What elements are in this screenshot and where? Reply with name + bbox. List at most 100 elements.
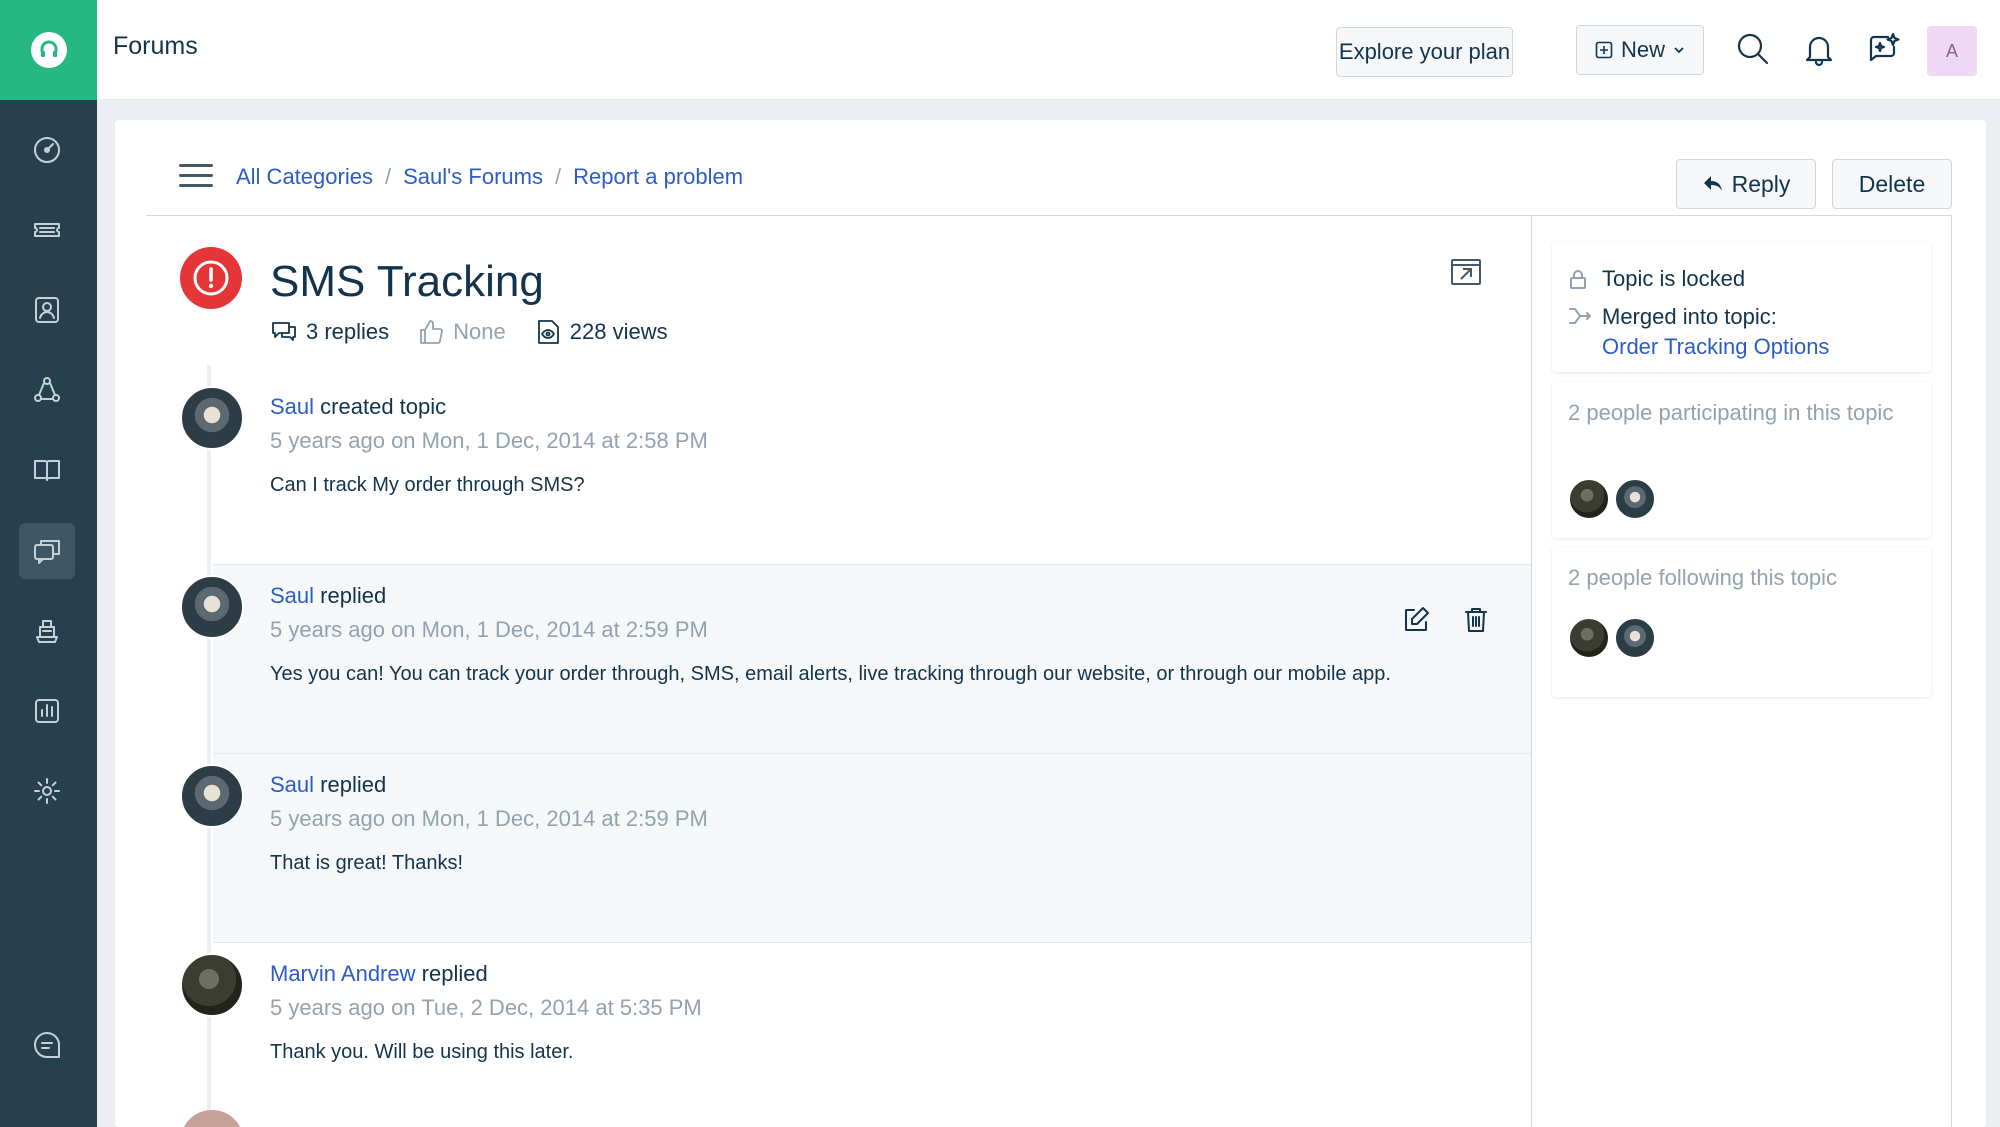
delete-button[interactable]: Delete bbox=[1832, 159, 1952, 209]
bell-icon bbox=[1805, 36, 1833, 67]
lock-icon bbox=[1570, 270, 1586, 289]
post-body: Yes you can! You can track your order th… bbox=[270, 663, 1391, 685]
post-actions bbox=[1401, 605, 1491, 635]
nav-chat[interactable] bbox=[19, 1017, 75, 1073]
reply-arrow-icon bbox=[1703, 176, 1722, 191]
followers-panel: 2 people following this topic bbox=[1552, 547, 1931, 697]
post-author-line: Saul replied bbox=[270, 583, 386, 609]
participant-avatars bbox=[1568, 478, 1656, 520]
follower-avatar[interactable] bbox=[1568, 617, 1610, 659]
post-body: That is great! Thanks! bbox=[270, 852, 464, 874]
participant-avatar[interactable] bbox=[1614, 478, 1656, 520]
post-action: created topic bbox=[320, 394, 447, 419]
merged-topic-link[interactable]: Order Tracking Options bbox=[1602, 334, 1829, 360]
followers-text: 2 people following this topic bbox=[1568, 565, 1838, 590]
nav-ship[interactable] bbox=[19, 603, 75, 659]
notifications-button[interactable] bbox=[1799, 28, 1839, 70]
author-link[interactable]: Marvin Andrew bbox=[270, 961, 416, 986]
breadcrumb-forum[interactable]: Saul's Forums bbox=[403, 164, 543, 190]
author-avatar[interactable] bbox=[180, 575, 244, 639]
open-in-window-icon[interactable] bbox=[1449, 255, 1483, 289]
participant-avatar[interactable] bbox=[1568, 478, 1610, 520]
freddy-ai-button[interactable] bbox=[1864, 28, 1904, 70]
topic-stats: 3 replies None 228 views bbox=[270, 318, 668, 346]
follower-avatars bbox=[1568, 617, 1656, 659]
breadcrumb-folder[interactable]: Report a problem bbox=[573, 164, 743, 190]
edit-icon[interactable] bbox=[1401, 605, 1431, 635]
nav-groups[interactable] bbox=[19, 362, 75, 418]
votes-count: None bbox=[453, 319, 506, 344]
plus-square-icon bbox=[1595, 41, 1613, 59]
follower-avatar[interactable] bbox=[1614, 617, 1656, 659]
new-button-label: New bbox=[1620, 37, 1665, 62]
topic-title: SMS Tracking bbox=[270, 257, 544, 306]
post-action: replied bbox=[320, 772, 387, 797]
comments-icon bbox=[272, 322, 296, 341]
post-timestamp: 5 years ago on Tue, 2 Dec, 2014 at 5:35 … bbox=[270, 995, 702, 1020]
new-button[interactable]: New bbox=[1576, 25, 1704, 75]
merged-status: Merged into topic: Order Tracking Option… bbox=[1568, 304, 1829, 360]
reports-icon bbox=[35, 699, 59, 723]
solutions-icon bbox=[34, 460, 60, 481]
left-nav-rail bbox=[0, 0, 97, 1127]
post-author-line: Saul replied bbox=[270, 772, 386, 798]
nav-forums[interactable] bbox=[19, 523, 75, 579]
post-item: Marvin Andrew replied 5 years ago on Tue… bbox=[180, 943, 1531, 1127]
author-link[interactable]: Saul bbox=[270, 394, 314, 419]
votes-stat: None bbox=[417, 318, 506, 346]
post-item: Saul replied 5 years ago on Mon, 1 Dec, … bbox=[180, 754, 1531, 943]
breadcrumb-all-categories[interactable]: All Categories bbox=[236, 164, 373, 190]
post-item: Saul replied 5 years ago on Mon, 1 Dec, … bbox=[180, 565, 1531, 754]
replies-stat: 3 replies bbox=[270, 318, 389, 346]
post-timestamp: 5 years ago on Mon, 1 Dec, 2014 at 2:59 … bbox=[270, 806, 708, 831]
reply-button-label: Reply bbox=[1731, 170, 1791, 197]
post-body: Can I track My order through SMS? bbox=[270, 474, 585, 496]
author-avatar[interactable] bbox=[180, 953, 244, 1017]
author-avatar[interactable] bbox=[180, 386, 244, 450]
post-author-line: Marvin Andrew replied bbox=[270, 961, 488, 987]
search-icon bbox=[1737, 33, 1769, 65]
author-link[interactable]: Saul bbox=[270, 583, 314, 608]
post-action: replied bbox=[320, 583, 387, 608]
search-button[interactable] bbox=[1733, 28, 1773, 70]
breadcrumb-bar: All Categories / Saul's Forums / Report … bbox=[146, 120, 1952, 216]
nav-dashboard[interactable] bbox=[19, 122, 75, 178]
locked-text: Topic is locked bbox=[1602, 266, 1746, 291]
contacts-icon bbox=[35, 297, 59, 323]
alert-icon bbox=[180, 247, 242, 309]
views-count: 228 views bbox=[569, 319, 668, 344]
breadcrumb-separator: / bbox=[554, 164, 562, 189]
nav-solutions[interactable] bbox=[19, 442, 75, 498]
forums-icon bbox=[34, 540, 60, 564]
replies-count: 3 replies bbox=[306, 319, 390, 344]
breadcrumb: All Categories / Saul's Forums / Report … bbox=[236, 164, 743, 190]
trash-icon[interactable] bbox=[1461, 605, 1491, 635]
groups-icon bbox=[34, 377, 60, 402]
page-title: Forums bbox=[113, 32, 198, 60]
thumbs-up-icon bbox=[420, 320, 444, 344]
hamburger-menu-icon[interactable] bbox=[179, 164, 213, 188]
locked-status: Topic is locked bbox=[1568, 266, 1745, 292]
nav-reports[interactable] bbox=[19, 683, 75, 739]
explore-plan-button[interactable]: Explore your plan bbox=[1336, 27, 1513, 77]
chat-icon bbox=[34, 1032, 60, 1058]
post-body: Thank you. Will be using this later. bbox=[270, 1041, 574, 1063]
post-timestamp: 5 years ago on Mon, 1 Dec, 2014 at 2:58 … bbox=[270, 428, 708, 453]
user-avatar[interactable]: A bbox=[1927, 26, 1977, 76]
participants-text: 2 people participating in this topic bbox=[1568, 400, 1894, 425]
author-avatar[interactable] bbox=[180, 764, 244, 828]
content-divider bbox=[1531, 216, 1532, 1127]
author-link[interactable]: Saul bbox=[270, 772, 314, 797]
views-icon bbox=[537, 320, 559, 344]
nav-contacts[interactable] bbox=[19, 282, 75, 338]
brand-logo[interactable] bbox=[0, 0, 97, 100]
nav-settings[interactable] bbox=[19, 763, 75, 819]
nav-tickets[interactable] bbox=[19, 202, 75, 258]
top-bar: Forums Explore your plan New A bbox=[97, 0, 2000, 100]
settings-icon bbox=[34, 778, 60, 804]
sparkle-box-icon bbox=[1869, 32, 1900, 62]
chevron-down-icon bbox=[1674, 47, 1684, 54]
reply-button[interactable]: Reply bbox=[1676, 159, 1816, 209]
participants-panel: 2 people participating in this topic bbox=[1552, 382, 1931, 538]
post-action: replied bbox=[421, 961, 488, 986]
